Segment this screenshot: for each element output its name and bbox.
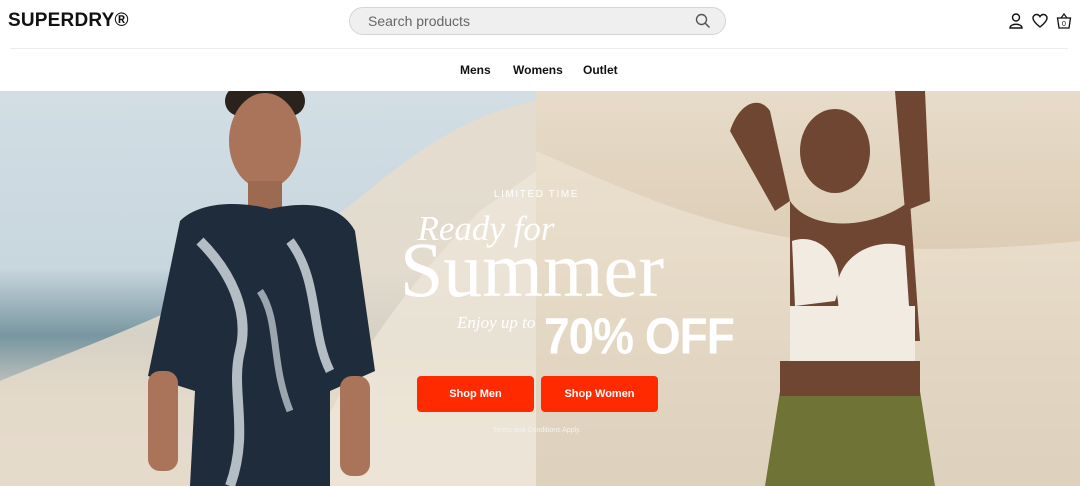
basket-icon[interactable]: 0 xyxy=(1056,12,1072,30)
nav-item-mens[interactable]: Mens xyxy=(460,63,491,77)
shop-women-button[interactable]: Shop Women xyxy=(541,376,658,412)
search-input[interactable] xyxy=(368,12,668,30)
header-icons: 0 xyxy=(1008,11,1072,31)
hero-banner[interactable]: LIMITED TIME Ready for Summer Enjoy up t… xyxy=(0,91,1080,486)
nav-item-womens[interactable]: Womens xyxy=(513,63,563,77)
main-nav: Mens Womens Outlet xyxy=(0,49,1080,91)
search-bar[interactable] xyxy=(349,7,726,35)
superdry-logo[interactable]: SUPERDRY® xyxy=(8,10,129,32)
hero-eyebrow: LIMITED TIME xyxy=(493,189,580,200)
shop-men-button[interactable]: Shop Men xyxy=(417,376,534,412)
basket-count: 0 xyxy=(1062,21,1066,28)
hero-discount: 70% OFF xyxy=(544,307,735,365)
heart-icon[interactable] xyxy=(1032,12,1048,30)
hero-headline-summer: Summer xyxy=(399,226,665,313)
hero-text-block: LIMITED TIME Ready for Summer Enjoy up t… xyxy=(0,91,1080,486)
terms-link[interactable]: Terms and Conditions Apply. xyxy=(0,427,1074,434)
nav-item-outlet[interactable]: Outlet xyxy=(583,63,618,77)
hero-enjoy-text: Enjoy up to xyxy=(457,313,536,332)
search-icon[interactable] xyxy=(695,13,711,29)
account-icon[interactable] xyxy=(1008,12,1024,30)
site-header: SUPERDRY® 0 xyxy=(0,0,1080,48)
